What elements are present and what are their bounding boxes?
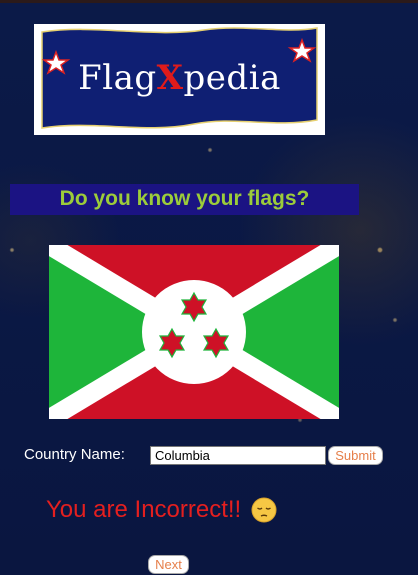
title-banner: Do you know your flags? <box>10 184 359 215</box>
page-title: Do you know your flags? <box>59 187 310 210</box>
submit-button[interactable]: Submit <box>328 446 383 465</box>
next-button[interactable]: Next <box>148 555 189 574</box>
pensive-face-icon <box>251 497 277 523</box>
result-text: You are Incorrect!! <box>46 496 242 523</box>
logo-text: FlagXpedia <box>78 58 281 98</box>
result-message: You are Incorrect!! <box>46 496 277 524</box>
country-name-label: Country Name: <box>24 446 125 463</box>
flag-image <box>49 245 339 419</box>
flagxpedia-logo: FlagXpedia <box>34 24 325 135</box>
country-name-input[interactable] <box>150 446 326 465</box>
top-border <box>0 0 418 3</box>
